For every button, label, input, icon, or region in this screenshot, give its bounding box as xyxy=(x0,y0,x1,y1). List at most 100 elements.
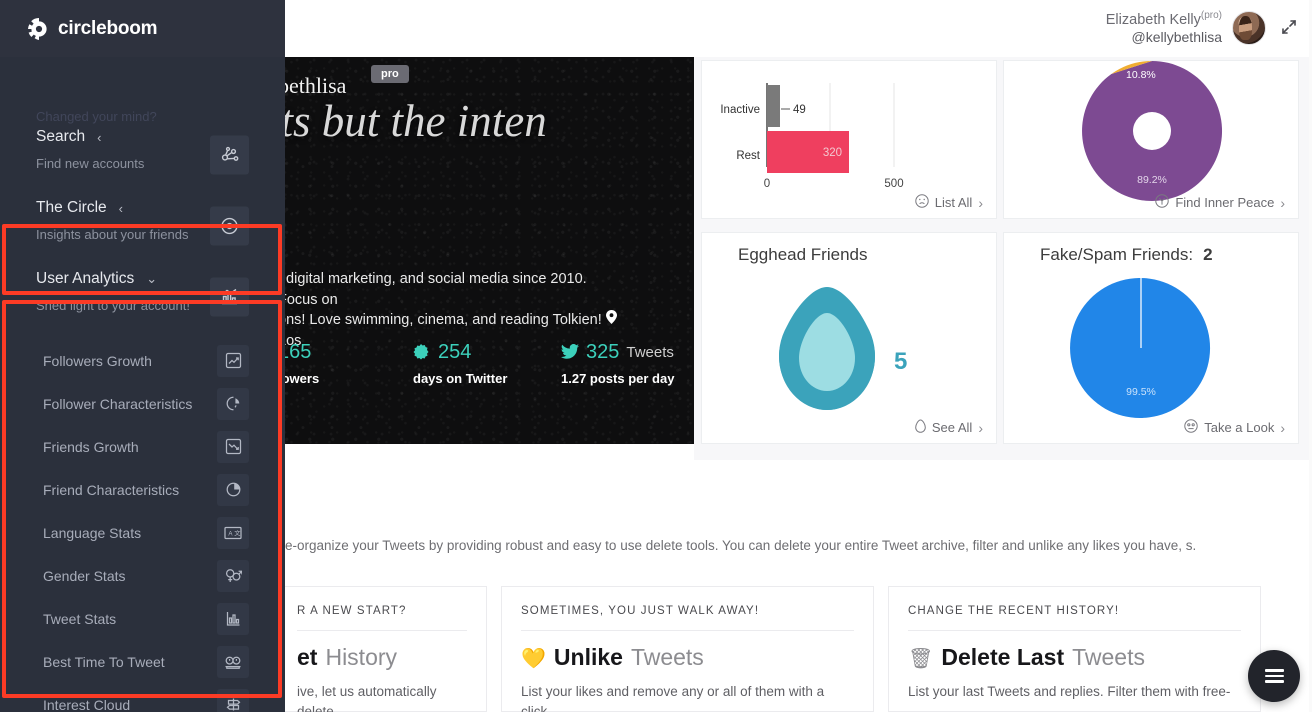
sidebar-item-interest-cloud[interactable]: Interest Cloud xyxy=(0,683,285,712)
sidebar-item-tweet-stats[interactable]: Tweet Stats xyxy=(0,597,285,640)
take-a-look-label: Take a Look xyxy=(1204,420,1275,435)
sidebar: circleboom Changed your mind? Search ‹ F… xyxy=(0,0,285,712)
tile-unlike-tweets[interactable]: SOMETIMES, YOU JUST WALK AWAY! 💛 Unlike … xyxy=(501,586,874,712)
pie-chart-icon[interactable] xyxy=(217,387,249,420)
sidebar-item-search[interactable]: Search ‹ Find new accounts xyxy=(0,119,285,190)
svg-text:0: 0 xyxy=(764,178,770,190)
stat-followers-label: lowers xyxy=(278,371,320,386)
svg-text:89.2%: 89.2% xyxy=(1137,174,1167,186)
egg-graphic xyxy=(779,287,875,410)
inactive-bar-chart: Inactive Rest 49 320 0 500 xyxy=(720,83,904,190)
stat-days: 254 days on Twitter xyxy=(413,341,561,386)
brand-name: circleboom xyxy=(58,17,158,39)
line-chart-up-icon[interactable] xyxy=(217,344,249,377)
tile-2-description: List your likes and remove any or all of… xyxy=(521,684,825,712)
card-inactive-followers: Inactive Rest 49 320 0 500 List All › xyxy=(701,60,997,219)
find-inner-peace-label: Find Inner Peace xyxy=(1175,195,1275,210)
sidebar-item-the-circle[interactable]: The Circle ‹ Insights about your friends xyxy=(0,190,285,261)
sidebar-item-gender-stats[interactable]: Gender Stats xyxy=(0,554,285,597)
tile-1-divider xyxy=(297,630,467,631)
brain-icon xyxy=(1155,194,1170,211)
see-all-link[interactable]: See All › xyxy=(915,419,983,436)
sidebar-language-stats-label: Language Stats xyxy=(43,524,142,541)
circleboom-logo-icon xyxy=(28,17,50,40)
chevron-right-icon: › xyxy=(978,194,983,211)
sidebar-item-best-time-to-tweet[interactable]: Best Time To Tweet xyxy=(0,640,285,683)
banner-quote: lts but the inten xyxy=(278,96,547,146)
chevron-right-icon: › xyxy=(1280,419,1285,436)
take-a-look-link[interactable]: Take a Look › xyxy=(1184,419,1285,436)
find-inner-peace-link[interactable]: Find Inner Peace › xyxy=(1155,194,1285,211)
gender-symbols-icon[interactable] xyxy=(217,559,249,592)
egg-icon xyxy=(915,419,926,436)
user-profile-block[interactable]: Elizabeth Kelly(pro) @kellybethlisa xyxy=(1106,10,1266,46)
sidebar-item-user-analytics[interactable]: User Analytics ⌄ Shed light to your acco… xyxy=(0,261,285,332)
trash-can-icon: 🗑 xyxy=(908,648,934,670)
bar-stats-icon[interactable] xyxy=(217,602,249,635)
svg-text:10.8%: 10.8% xyxy=(1126,69,1156,81)
lower-paragraph: e-organize your Tweets by providing robu… xyxy=(285,538,1197,553)
avatar[interactable] xyxy=(1232,11,1266,46)
tile-2-divider xyxy=(521,630,854,631)
svg-text:500: 500 xyxy=(884,178,903,190)
sidebar-followers-growth-label: Followers Growth xyxy=(43,352,152,369)
chevron-down-icon: ⌄ xyxy=(146,271,158,286)
fake-count: 2 xyxy=(1203,245,1213,264)
app-root: Elizabeth Kelly(pro) @kellybethlisa beth… xyxy=(0,0,1312,712)
sidebar-item-friend-characteristics[interactable]: Friend Characteristics xyxy=(0,468,285,511)
robot-face-icon xyxy=(1184,419,1198,436)
line-chart-down-icon[interactable] xyxy=(217,430,249,463)
pie-chart-solid-icon[interactable] xyxy=(217,473,249,506)
sidebar-gender-stats-label: Gender Stats xyxy=(43,567,126,584)
sidebar-tweet-stats-label: Tweet Stats xyxy=(43,610,117,627)
tile-1-heading-bold: et xyxy=(297,644,318,670)
sidebar-item-friends-growth[interactable]: Friends Growth xyxy=(0,425,285,468)
sidebar-logo-bar[interactable]: circleboom xyxy=(0,0,285,57)
sidebar-item-follower-characteristics[interactable]: Follower Characteristics xyxy=(0,382,285,425)
sidebar-analytics-title: User Analytics xyxy=(36,270,135,287)
network-nodes-icon[interactable] xyxy=(210,135,249,174)
tile-2-heading-light: Tweets xyxy=(630,644,704,670)
translate-icon[interactable]: A文 xyxy=(217,516,249,549)
clock-dials-icon[interactable] xyxy=(217,645,249,678)
lower-section: e-organize your Tweets by providing robu… xyxy=(277,460,1312,712)
top-header: Elizabeth Kelly(pro) @kellybethlisa xyxy=(285,0,1312,57)
banner-stats: 165 lowers 254 days on Twitter 325 Tweet… xyxy=(278,341,694,386)
bio-line-1: , digital marketing, and social media si… xyxy=(278,271,587,308)
user-names: Elizabeth Kelly(pro) @kellybethlisa xyxy=(1106,10,1222,46)
sidebar-item-followers-growth[interactable]: Followers Growth xyxy=(0,339,285,382)
hamburger-menu-icon xyxy=(1264,666,1284,685)
brand-logo[interactable]: circleboom xyxy=(28,17,158,40)
sidebar-interest-cloud-label: Interest Cloud xyxy=(43,696,131,712)
feature-tiles: R A NEW START? et History ive, let us au… xyxy=(277,586,1312,712)
sidebar-item-language-stats[interactable]: Language Stats A文 xyxy=(0,511,285,554)
stat-tweets: 325 Tweets 1.27 posts per day xyxy=(561,341,674,386)
badge-icon xyxy=(413,343,431,362)
egghead-count: 5 xyxy=(894,348,908,375)
stat-tweets-unit: Tweets xyxy=(626,344,674,361)
tile-1-description: ive, let us automatically delete xyxy=(297,684,437,712)
tile-delete-tweet-history[interactable]: R A NEW START? et History ive, let us au… xyxy=(277,586,487,712)
signpost-icon[interactable] xyxy=(217,688,249,712)
list-all-link[interactable]: List All › xyxy=(915,194,983,211)
tile-3-heading-bold: Delete Last xyxy=(941,644,1065,670)
expand-arrows-icon[interactable] xyxy=(1280,18,1298,39)
svg-text:99.5%: 99.5% xyxy=(1126,386,1156,398)
tile-delete-last-tweets[interactable]: CHANGE THE RECENT HISTORY! 🗑 Delete Last… xyxy=(888,586,1261,712)
tile-2-kicker: SOMETIMES, YOU JUST WALK AWAY! xyxy=(521,605,760,617)
target-circle-icon[interactable] xyxy=(210,206,249,245)
location-pin-icon xyxy=(605,310,617,331)
user-handle: @kellybethlisa xyxy=(1131,29,1222,46)
svg-text:49: 49 xyxy=(793,104,806,116)
stat-days-value: 254 xyxy=(438,341,472,363)
floating-menu-button[interactable] xyxy=(1248,650,1300,702)
svg-text:文: 文 xyxy=(234,529,240,537)
bar-chart-icon[interactable] xyxy=(210,277,249,316)
chevron-right-icon: › xyxy=(978,419,983,436)
sidebar-follower-characteristics-label: Follower Characteristics xyxy=(43,395,193,412)
svg-text:A: A xyxy=(228,530,233,537)
pro-superscript: (pro) xyxy=(1200,10,1222,22)
stat-days-label: days on Twitter xyxy=(413,371,508,386)
sidebar-search-title: Search xyxy=(36,128,86,145)
tile-3-description: List your last Tweets and replies. Filte… xyxy=(908,684,1231,699)
